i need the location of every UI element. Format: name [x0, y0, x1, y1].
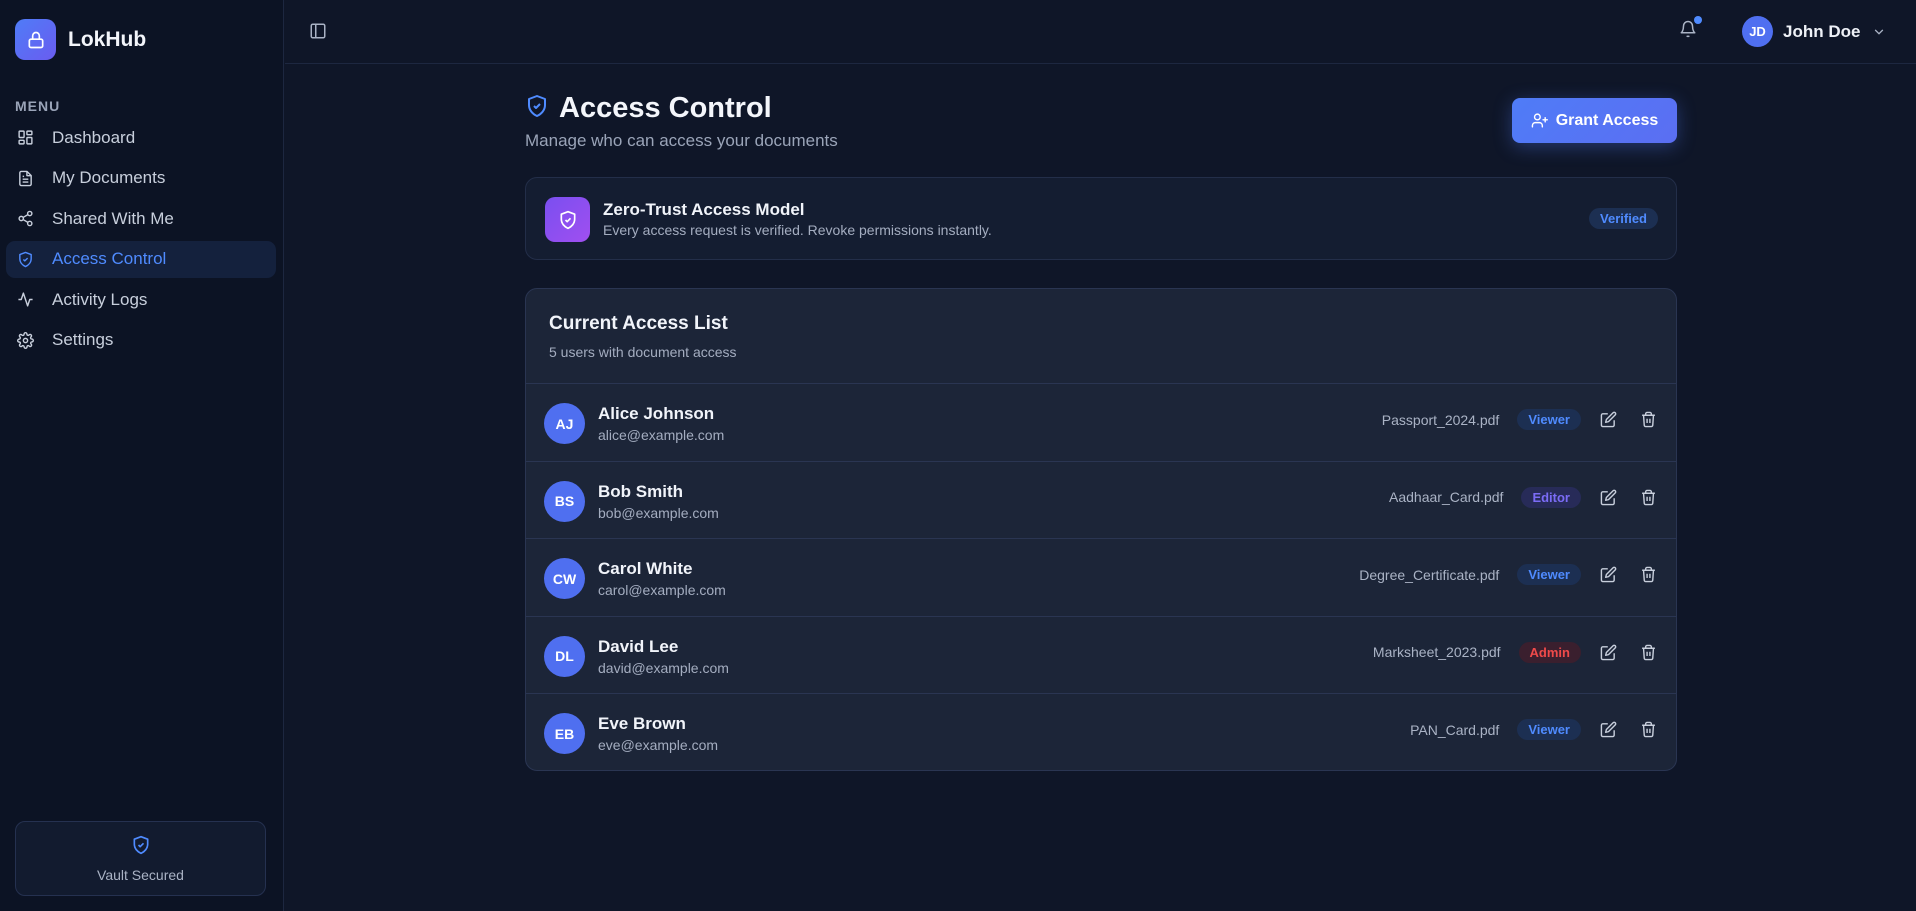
top-bar: JD John Doe	[285, 0, 1916, 64]
menu-title: MENU	[15, 98, 61, 114]
user-email: bob@example.com	[598, 504, 719, 521]
edit-icon[interactable]	[1598, 720, 1618, 740]
app-root: LokHub MENU Dashboard My Documents Share…	[0, 0, 1916, 911]
notification-dot	[1694, 16, 1702, 24]
grid-icon	[15, 128, 35, 148]
sidebar-item-shared-with-me[interactable]: Shared With Me	[6, 200, 276, 237]
access-list-title: Current Access List	[549, 313, 728, 334]
user-email: alice@example.com	[598, 427, 725, 443]
sidebar: LokHub MENU Dashboard My Documents Share…	[0, 0, 284, 911]
access-row: CW Carol White carol@example.com Degree_…	[526, 539, 1676, 617]
user-name: John Doe	[1783, 21, 1861, 41]
sidebar-item-label: Settings	[52, 330, 114, 349]
zero-trust-card: Zero-Trust Access Model Every access req…	[525, 177, 1677, 260]
trash-icon[interactable]	[1638, 565, 1658, 585]
page-subtitle: Manage who can access your documents	[525, 131, 838, 150]
sidebar-toggle-icon[interactable]	[309, 22, 329, 42]
user-email: david@example.com	[598, 659, 729, 676]
document-name: Passport_2024.pdf	[1381, 411, 1500, 428]
role-badge: Admin	[1518, 641, 1581, 663]
role-badge: Editor	[1521, 486, 1581, 508]
sidebar-item-activity-logs[interactable]: Activity Logs	[6, 281, 276, 318]
document-name: Marksheet_2023.pdf	[1372, 644, 1501, 660]
trash-icon[interactable]	[1638, 487, 1658, 507]
user-email: carol@example.com	[598, 582, 726, 598]
user-name: Bob Smith	[598, 481, 683, 501]
sidebar-item-label: Access Control	[52, 249, 167, 268]
grant-access-button[interactable]: Grant Access	[1512, 98, 1677, 143]
edit-icon[interactable]	[1598, 487, 1618, 507]
access-list-subtitle: 5 users with document access	[549, 344, 737, 360]
user-name: Carol White	[598, 559, 693, 578]
shield-check-icon	[525, 93, 549, 124]
shield-check-icon	[545, 197, 590, 242]
zero-trust-title: Zero-Trust Access Model	[603, 200, 805, 219]
sidebar-item-label: Shared With Me	[52, 208, 174, 228]
user-name: Eve Brown	[598, 714, 686, 733]
file-icon	[15, 168, 35, 188]
edit-icon[interactable]	[1598, 642, 1618, 662]
access-row: DL David Lee david@example.com Marksheet…	[526, 617, 1676, 694]
avatar: EB	[544, 713, 585, 754]
gear-icon	[15, 330, 35, 350]
access-row: EB Eve Brown eve@example.com PAN_Card.pd…	[526, 694, 1676, 770]
role-badge: Viewer	[1517, 719, 1581, 740]
avatar: CW	[544, 558, 585, 599]
user-name: David Lee	[598, 636, 679, 656]
sidebar-item-dashboard[interactable]: Dashboard	[6, 119, 276, 156]
sidebar-item-label: Activity Logs	[52, 289, 148, 309]
vault-status: Vault Secured	[15, 821, 266, 896]
document-name: Aadhaar_Card.pdf	[1389, 489, 1504, 505]
access-row: BS Bob Smith bob@example.com Aadhaar_Car…	[526, 462, 1676, 539]
status-badge: Verified	[1589, 208, 1658, 229]
avatar: BS	[544, 480, 585, 522]
vault-label: Vault Secured	[97, 866, 184, 883]
grant-access-label: Grant Access	[1555, 111, 1659, 129]
edit-icon[interactable]	[1598, 410, 1618, 430]
user-email: eve@example.com	[598, 737, 719, 753]
activity-icon	[15, 290, 35, 310]
avatar: JD	[1742, 16, 1773, 47]
user-name: Alice Johnson	[598, 404, 715, 423]
sidebar-item-label: My Documents	[52, 168, 166, 187]
trash-icon[interactable]	[1638, 642, 1658, 662]
user-menu[interactable]: JD John Doe	[1742, 16, 1886, 47]
lock-icon	[15, 19, 56, 60]
sidebar-item-settings[interactable]: Settings	[6, 322, 276, 359]
role-badge: Viewer	[1517, 564, 1581, 585]
access-list-header: Current Access List 5 users with documen…	[526, 289, 1676, 384]
document-name: PAN_Card.pdf	[1410, 721, 1500, 738]
avatar: AJ	[544, 403, 585, 444]
access-row: AJ Alice Johnson alice@example.com Passp…	[526, 384, 1676, 462]
sidebar-item-label: Dashboard	[52, 127, 136, 147]
role-badge: Viewer	[1517, 409, 1581, 430]
brand-name: LokHub	[68, 27, 147, 51]
user-plus-icon	[1531, 112, 1548, 129]
zero-trust-description: Every access request is verified. Revoke…	[603, 222, 992, 238]
shield-check-icon	[15, 249, 35, 269]
chevron-down-icon	[1872, 25, 1886, 39]
sidebar-nav: Dashboard My Documents Shared With Me Ac…	[6, 119, 276, 362]
sidebar-item-access-control[interactable]: Access Control	[6, 240, 276, 278]
trash-icon[interactable]	[1638, 720, 1658, 740]
sidebar-item-my-documents[interactable]: My Documents	[6, 160, 276, 197]
shield-check-icon	[131, 835, 151, 860]
page-title: Access Control	[559, 92, 772, 124]
edit-icon[interactable]	[1598, 565, 1618, 585]
brand[interactable]: LokHub	[15, 19, 146, 60]
document-name: Degree_Certificate.pdf	[1359, 566, 1500, 583]
avatar: DL	[544, 635, 585, 677]
access-list-card: Current Access List 5 users with documen…	[525, 288, 1677, 771]
page-header: Access Control Manage who can access you…	[525, 92, 838, 151]
share-icon	[15, 209, 35, 229]
trash-icon[interactable]	[1638, 410, 1658, 430]
bell-icon[interactable]	[1679, 16, 1702, 42]
